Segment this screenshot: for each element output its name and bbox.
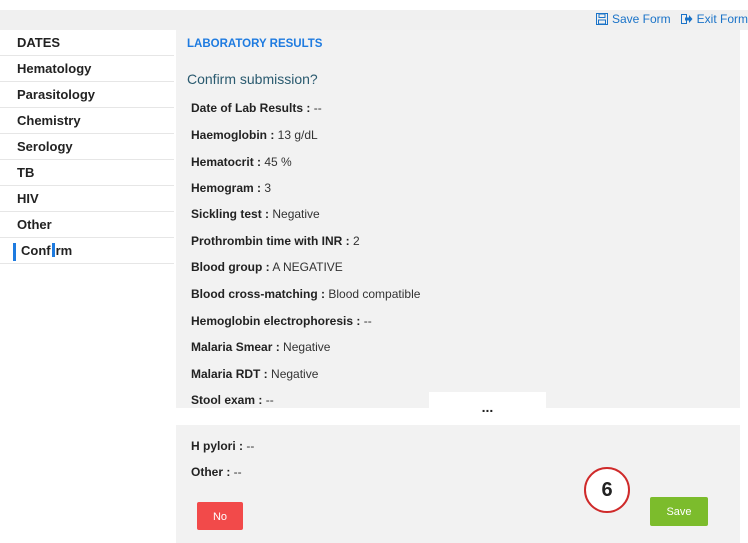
result-key: Stool exam : [191, 393, 263, 407]
result-value: -- [230, 465, 242, 479]
sidebar-item-label: Other [17, 217, 52, 232]
exit-arrow-icon [680, 13, 693, 25]
sidebar-item-hiv[interactable]: HIV [0, 186, 174, 212]
result-row: Blood group : A NEGATIVE [191, 260, 343, 274]
sidebar-item-label: Parasitology [17, 87, 96, 102]
result-key: Blood cross-matching : [191, 287, 326, 301]
result-value: 2 [349, 234, 360, 248]
save-form-link[interactable]: Save Form [595, 12, 671, 26]
result-value: 13 g/dL [274, 128, 318, 142]
result-value: Negative [269, 207, 320, 221]
sidebar-item-label-end: rm [55, 243, 73, 258]
save-button[interactable]: Save [650, 497, 708, 526]
result-key: Haemoglobin : [191, 128, 275, 142]
sidebar-item-parasitology[interactable]: Parasitology [0, 82, 174, 108]
result-value: Blood compatible [325, 287, 421, 301]
sidebar-item-label: TB [17, 165, 35, 180]
result-value: -- [310, 101, 322, 115]
result-value: 45 % [261, 155, 292, 169]
sidebar-item-serology[interactable]: Serology [0, 134, 174, 160]
result-row: H pylori : -- [191, 439, 254, 453]
sidebar-item-other[interactable]: Other [0, 212, 174, 238]
sidebar-item-dates[interactable]: DATES [0, 30, 174, 56]
result-row: Blood cross-matching : Blood compatible [191, 287, 420, 301]
results-panel: LABORATORY RESULTS Confirm submission? D… [176, 30, 740, 408]
result-key: Hemogram : [191, 181, 262, 195]
sidebar-item-chemistry[interactable]: Chemistry [0, 108, 174, 134]
sidebar-item-label: Hematology [17, 61, 92, 76]
sidebar-item-confirm[interactable]: Conf rm [0, 238, 174, 264]
result-key: Hematocrit : [191, 155, 262, 169]
result-row: Hemoglobin electrophoresis : -- [191, 314, 372, 328]
save-form-label: Save Form [611, 12, 671, 26]
result-row: Malaria Smear : Negative [191, 340, 330, 354]
section-title: LABORATORY RESULTS [187, 38, 323, 50]
result-value: A NEGATIVE [269, 260, 343, 274]
result-row: Hematocrit : 45 % [191, 155, 292, 169]
sidebar-item-label: DATES [17, 35, 61, 50]
main-content: LABORATORY RESULTS Confirm submission? D… [176, 30, 748, 543]
step-number-badge: 6 [584, 467, 630, 513]
result-key: Date of Lab Results : [191, 101, 311, 115]
floppy-disk-icon [595, 13, 608, 25]
result-key: Malaria Smear : [191, 340, 280, 354]
sidebar-item-label: HIV [17, 191, 39, 206]
sidebar-item-label-start: Conf [21, 243, 51, 258]
result-key: Prothrombin time with INR : [191, 234, 350, 248]
result-value: 3 [261, 181, 272, 195]
result-value: -- [360, 314, 372, 328]
exit-form-link[interactable]: Exit Form [680, 12, 748, 26]
result-key: Sickling test : [191, 207, 270, 221]
text-cursor [51, 243, 55, 257]
result-value: Negative [267, 367, 319, 381]
confirm-question: Confirm submission? [187, 71, 318, 87]
sidebar-item-hematology[interactable]: Hematology [0, 56, 174, 82]
top-toolbar: Save Form Exit Form [0, 10, 748, 30]
result-key: Other : [191, 465, 231, 479]
no-button[interactable]: No [197, 502, 243, 530]
result-row: Haemoglobin : 13 g/dL [191, 128, 318, 142]
result-row: Prothrombin time with INR : 2 [191, 234, 360, 248]
form-actions: Save Form Exit Form [595, 12, 748, 26]
exit-form-label: Exit Form [696, 12, 748, 26]
result-value: -- [262, 393, 274, 407]
result-value: Negative [279, 340, 331, 354]
result-row: Stool exam : -- [191, 393, 274, 407]
sidebar-nav: DATES Hematology Parasitology Chemistry … [0, 30, 174, 264]
result-key: Hemoglobin electrophoresis : [191, 314, 361, 328]
result-row: Other : -- [191, 465, 242, 479]
result-key: Malaria RDT : [191, 367, 268, 381]
result-key: Blood group : [191, 260, 270, 274]
sidebar-item-label: Chemistry [17, 113, 81, 128]
sidebar-item-tb[interactable]: TB [0, 160, 174, 186]
result-row: Hemogram : 3 [191, 181, 271, 195]
sidebar-item-label: Serology [17, 139, 73, 154]
result-value: -- [243, 439, 255, 453]
result-row: Date of Lab Results : -- [191, 101, 322, 115]
result-row: Sickling test : Negative [191, 207, 320, 221]
result-key: H pylori : [191, 439, 244, 453]
result-row: Malaria RDT : Negative [191, 367, 318, 381]
